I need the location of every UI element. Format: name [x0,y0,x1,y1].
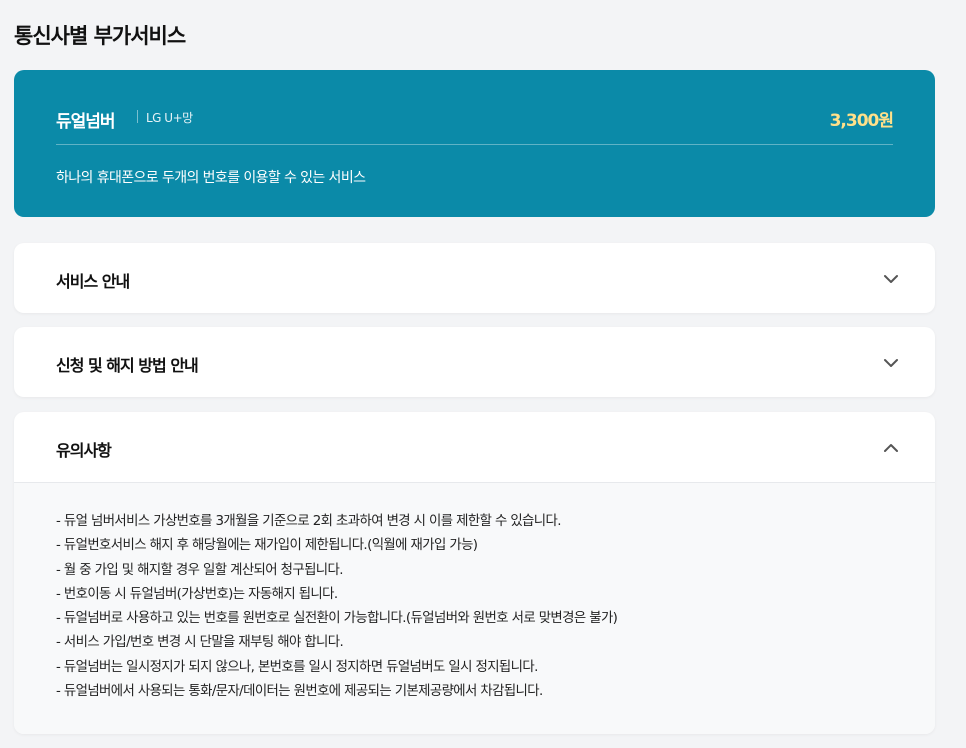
accordion-title: 서비스 안내 [56,272,130,291]
divider [56,144,893,145]
accordion-precautions[interactable]: 유의사항 - 듀얼 넘버서비스 가상번호를 3개월을 기준으로 2회 초과하여 … [14,412,935,734]
page-title: 통신사별 부가서비스 [14,24,186,48]
accordion-content: - 듀얼 넘버서비스 가상번호를 3개월을 기준으로 2회 초과하여 변경 시 … [14,482,935,734]
accordion-apply-cancel[interactable]: 신청 및 해지 방법 안내 [14,327,935,397]
precautions-list: - 듀얼 넘버서비스 가상번호를 3개월을 기준으로 2회 초과하여 변경 시 … [56,510,935,704]
service-price: 3,300원 [829,111,894,131]
chevron-up-icon[interactable] [881,438,901,458]
accordion-header[interactable]: 유의사항 [14,412,935,482]
service-name: 듀얼넘버 [56,112,116,132]
list-item: - 듀얼번호서비스 해지 후 해당월에는 재가입이 제한됩니다.(익월에 재가입… [56,538,478,554]
list-item: - 월 중 가입 및 해지할 경우 일할 계산되어 청구됩니다. [56,562,344,578]
list-item: - 듀얼 넘버서비스 가상번호를 3개월을 기준으로 2회 초과하여 변경 시 … [56,514,561,529]
accordion-title: 신청 및 해지 방법 안내 [56,356,199,375]
service-description: 하나의 휴대폰으로 두개의 번호를 이용할 수 있는 서비스 [56,170,366,186]
list-item: - 서비스 가입/번호 변경 시 단말을 재부팅 해야 합니다. [56,635,344,651]
list-item: - 듀얼넘버는 일시정지가 되지 않으나, 본번호를 일시 정지하면 듀얼넘버도… [56,659,538,675]
carrier-label: LG U+망 [146,111,193,125]
accordion-header[interactable]: 서비스 안내 [14,243,935,313]
chevron-down-icon[interactable] [881,353,901,373]
list-item: - 듀얼넘버에서 사용되는 통화/문자/데이터는 원번호에 제공되는 기본제공량… [56,684,543,700]
service-summary-card: 듀얼넘버 LG U+망 3,300원 하나의 휴대폰으로 두개의 번호를 이용할… [14,70,935,217]
accordion-service-info[interactable]: 서비스 안내 [14,243,935,313]
chevron-down-icon[interactable] [881,269,901,289]
divider [137,110,138,123]
list-item: - 듀얼넘버로 사용하고 있는 번호를 원번호로 실전환이 가능합니다.(듀얼넘… [56,611,618,627]
accordion-title: 유의사항 [56,441,112,460]
accordion-header[interactable]: 신청 및 해지 방법 안내 [14,327,935,397]
list-item: - 번호이동 시 듀얼넘버(가상번호)는 자동해지 됩니다. [56,586,338,602]
page: 통신사별 부가서비스 듀얼넘버 LG U+망 3,300원 하나의 휴대폰으로 … [0,0,966,748]
